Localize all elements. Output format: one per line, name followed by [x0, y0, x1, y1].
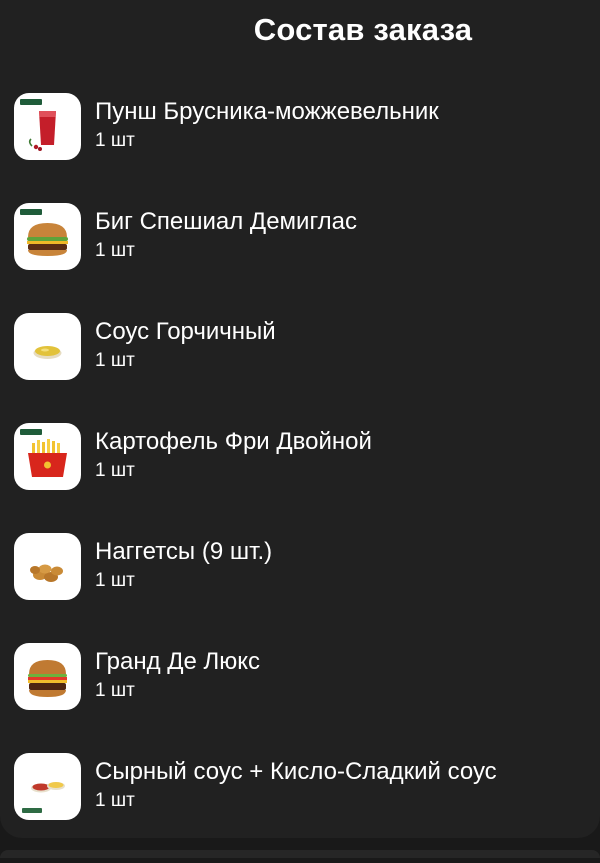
nuggets-icon: [14, 533, 81, 600]
item-name: Соус Горчичный: [95, 318, 276, 345]
item-name: Наггетсы (9 шт.): [95, 538, 273, 565]
item-name: Гранд Де Люкс: [95, 648, 261, 675]
item-quantity: 1 шт: [95, 680, 135, 701]
item-quantity: 1 шт: [95, 460, 135, 481]
list-item[interactable]: Пунш Брусника-можжевельник 1 шт: [14, 93, 600, 203]
sauce-label-badge: [22, 808, 42, 813]
order-sheet: Состав заказа Пунш Брусника-можжевельник…: [0, 0, 600, 838]
item-quantity: 1 шт: [95, 130, 135, 151]
order-items-list: Пунш Брусника-можжевельник 1 шт Биг Спеш…: [14, 93, 600, 863]
fries-icon: [14, 423, 81, 490]
item-quantity: 1 шт: [95, 570, 135, 591]
page-title: Состав заказа: [253, 12, 473, 47]
item-name: Биг Спешиал Демиглас: [95, 208, 358, 235]
list-item[interactable]: Биг Спешиал Демиглас 1 шт: [14, 203, 600, 313]
list-item[interactable]: Сырный соус + Кисло-Сладкий соус 1 шт: [14, 753, 600, 863]
list-item[interactable]: Соус Горчичный 1 шт: [14, 313, 600, 423]
item-name: Картофель Фри Двойной: [95, 428, 372, 455]
list-item[interactable]: Гранд Де Люкс 1 шт: [14, 643, 600, 753]
item-quantity: 1 шт: [95, 240, 135, 261]
bottom-panel-edge: [0, 850, 600, 858]
item-name: Пунш Брусника-можжевельник: [95, 98, 439, 125]
item-quantity: 1 шт: [95, 790, 135, 811]
item-name: Сырный соус + Кисло-Сладкий соус: [95, 758, 497, 785]
sauces-icon: [14, 753, 81, 820]
burger-icon: [14, 203, 81, 270]
item-quantity: 1 шт: [95, 350, 135, 371]
list-item[interactable]: Наггетсы (9 шт.) 1 шт: [14, 533, 600, 643]
red-drink-icon: [14, 93, 81, 160]
list-item[interactable]: Картофель Фри Двойной 1 шт: [14, 423, 600, 533]
mustard-sauce-icon: [14, 313, 81, 380]
burger-icon: [14, 643, 81, 710]
